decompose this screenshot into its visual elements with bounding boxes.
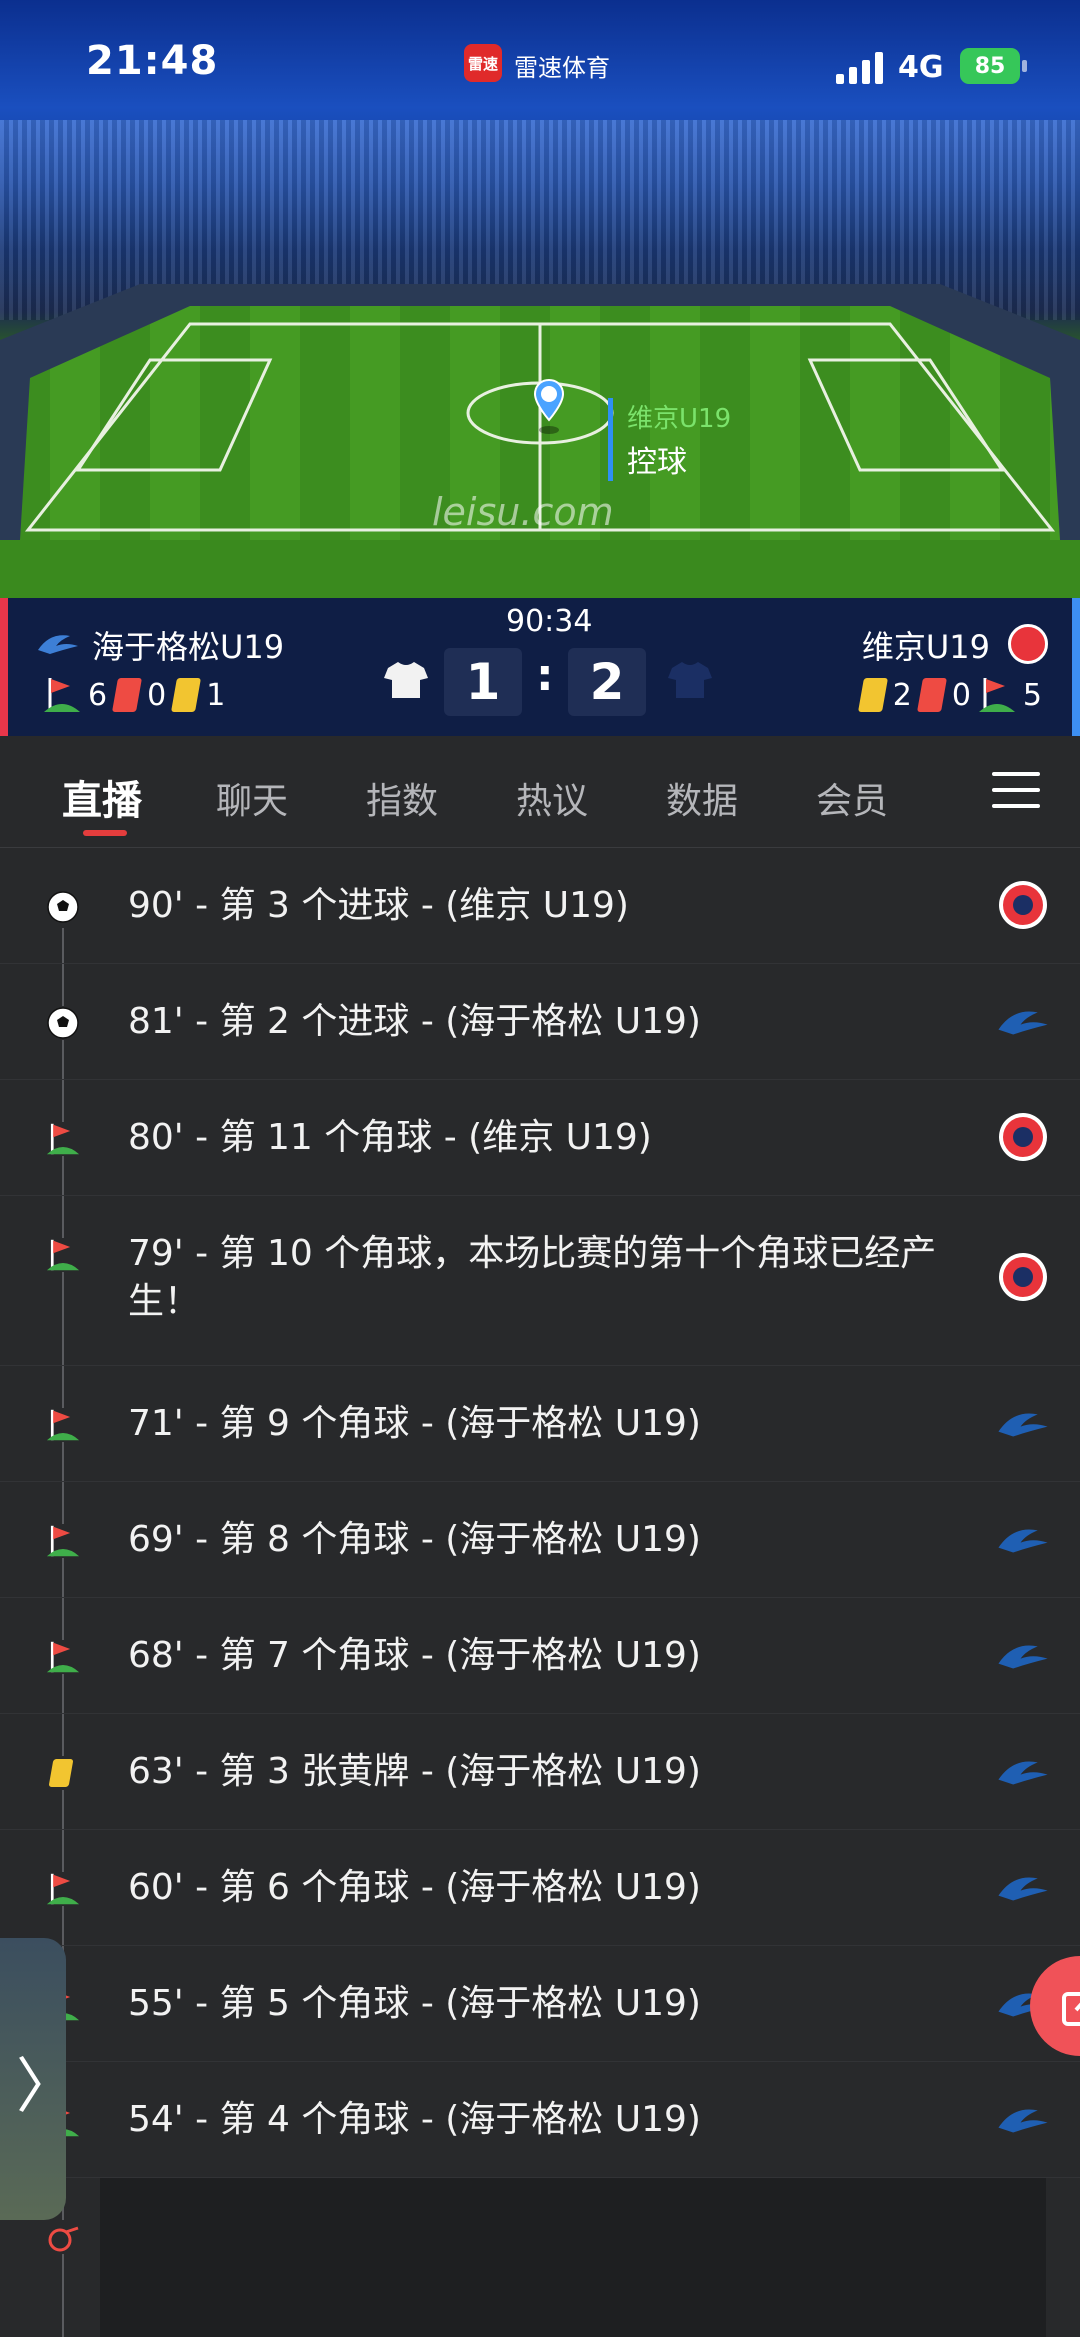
away-red-cards: 0 [951,677,971,713]
event-row[interactable]: 80' - 第 11 个角球 - (维京 U19) [0,1080,1080,1196]
score-bar[interactable]: 海于格松U19 90:34 维京U19 6 0 1 1 : 2 2 0 5 [0,598,1080,736]
live-pitch-view: 21:48 雷速 雷速体育 4G 85 维京U19 控球 leisu.com [0,0,1080,598]
event-text: 63' - 第 3 张黄牌 - (海于格松 U19) [128,1751,701,1792]
tab-bar: 直播 聊天 指数 热议 数据 会员 [0,736,1080,848]
app-root: 21:48 雷速 雷速体育 4G 85 维京U19 控球 leisu.com 海… [0,0,1080,2337]
event-row[interactable]: 90' - 第 3 个进球 - (维京 U19) [0,848,1080,964]
away-score: 2 [568,648,646,716]
tab-data[interactable]: 数据 [666,772,738,824]
home-stats: 6 0 1 [36,676,225,714]
red-card-icon [916,678,947,712]
home-team-logo-icon [996,1512,1050,1566]
event-text: 69' - 第 8 个角球 - (海于格松 U19) [128,1519,701,1560]
menu-icon[interactable] [992,772,1040,812]
home-team-logo-icon [996,2092,1050,2146]
event-row[interactable]: 55' - 第 5 个角球 - (海于格松 U19) [0,1946,1080,2062]
tab-live[interactable]: 直播 [62,768,142,826]
event-text: 90' - 第 3 个进球 - (维京 U19) [128,885,629,926]
home-corners: 6 [88,677,108,713]
yellow-card-icon [171,678,202,712]
away-team-logo-icon [996,1110,1050,1164]
corner-flag-icon [46,1640,80,1674]
active-tab-indicator [83,830,127,836]
score-separator: : [536,650,554,701]
away-team-logo-icon [996,1250,1050,1304]
match-clock: 90:34 [506,604,593,639]
away-corners: 5 [1022,677,1042,713]
home-team-logo-icon [996,1628,1050,1682]
side-drawer-handle[interactable]: 〉 [0,1938,76,2220]
home-kit-icon [384,662,428,698]
event-text: 81' - 第 2 个进球 - (海于格松 U19) [128,1001,701,1042]
corner-flag-icon [46,1238,80,1272]
home-team-logo-icon [38,635,78,654]
tab-discussion[interactable]: 热议 [516,772,588,824]
event-row[interactable]: 60' - 第 6 个角球 - (海于格松 U19) [0,1830,1080,1946]
away-team-logo-icon [1008,624,1048,664]
corner-flag-icon [46,1122,80,1156]
event-text: 80' - 第 11 个角球 - (维京 U19) [128,1117,652,1158]
event-row[interactable]: 71' - 第 9 个角球 - (海于格松 U19) [0,1366,1080,1482]
event-text: 55' - 第 5 个角球 - (海于格松 U19) [128,1983,701,2024]
tab-chat[interactable]: 聊天 [216,772,288,824]
edit-icon [1062,1992,1080,2026]
away-team-logo-icon [996,878,1050,932]
signal-icon [836,52,883,84]
away-stats: 2 0 5 [853,676,1042,714]
watermark: leisu.com [432,490,614,534]
corner-flag-icon [46,1872,80,1906]
away-kit-icon [668,662,712,698]
ball-position-marker-icon [533,378,565,434]
chevron-right-icon: 〉 [16,2052,76,2122]
event-text: 79' - 第 10 个角球，本场比赛的第十个角球已经产生！ [128,1233,937,1322]
corner-flag-icon [46,1524,80,1558]
possession-team: 维京U19 [627,404,732,434]
home-yellow-cards: 1 [206,677,226,713]
event-row[interactable]: 63' - 第 3 张黄牌 - (海于格松 U19) [0,1714,1080,1830]
tab-member[interactable]: 会员 [816,772,888,824]
tab-odds[interactable]: 指数 [366,772,438,824]
battery-cap [1022,60,1027,72]
home-team-logo-icon [996,1396,1050,1450]
yellow-card-icon [857,678,888,712]
network-type: 4G [898,50,944,85]
event-text: 68' - 第 7 个角球 - (海于格松 U19) [128,1635,701,1676]
away-yellow-cards: 2 [892,677,912,713]
corner-flag-icon [978,678,1015,712]
corner-flag-icon [44,678,80,712]
ball-icon [46,890,80,924]
home-team-logo-icon [996,1860,1050,1914]
live-events-list: 90' - 第 3 个进球 - (维京 U19) 81' - 第 2 个进球 - … [0,848,1080,2337]
home-score: 1 [444,648,522,716]
yellow-card-icon [46,1756,80,1790]
possession-indicator: 维京U19 控球 [608,398,731,481]
whistle-icon [46,2220,80,2254]
home-team-logo-icon [996,1744,1050,1798]
battery-icon: 85 [960,48,1020,84]
home-red-cards: 0 [147,677,167,713]
battery-level: 85 [974,53,1006,79]
app-logo-badge: 雷速 [464,44,502,82]
event-row[interactable]: 81' - 第 2 个进球 - (海于格松 U19) [0,964,1080,1080]
ball-icon [46,1006,80,1040]
red-card-icon [112,678,143,712]
event-text: 71' - 第 9 个角球 - (海于格松 U19) [128,1403,701,1444]
away-team-name: 维京U19 [861,628,990,666]
corner-flag-icon [46,1408,80,1442]
app-name: 雷速体育 [514,54,610,82]
event-row[interactable]: 79' - 第 10 个角球，本场比赛的第十个角球已经产生！ [0,1196,1080,1366]
home-team-logo-icon [996,994,1050,1048]
event-text: 60' - 第 6 个角球 - (海于格松 U19) [128,1867,701,1908]
event-row[interactable]: 54' - 第 4 个角球 - (海于格松 U19) [0,2062,1080,2178]
home-team-name: 海于格松U19 [92,628,285,666]
possession-label: 控球 [627,445,687,480]
event-row[interactable]: 68' - 第 7 个角球 - (海于格松 U19) [0,1598,1080,1714]
event-row[interactable]: 69' - 第 8 个角球 - (海于格松 U19) [0,1482,1080,1598]
status-time: 21:48 [86,38,219,84]
halftime-event-highlight [100,2178,1046,2337]
event-text: 54' - 第 4 个角球 - (海于格松 U19) [128,2099,701,2140]
